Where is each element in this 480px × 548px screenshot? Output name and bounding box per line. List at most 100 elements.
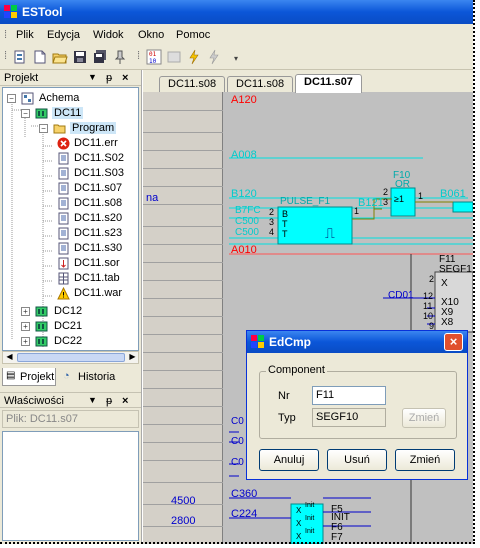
panel-close-icon[interactable]: ×	[122, 395, 128, 407]
controller-icon	[35, 321, 48, 332]
cancel-button[interactable]: Anuluj	[259, 449, 319, 471]
signal-label[interactable]: C0	[231, 457, 244, 468]
scrollbar-thumb[interactable]	[17, 353, 125, 362]
signal-label[interactable]: C360	[231, 488, 257, 500]
expand-icon[interactable]: +	[21, 307, 30, 316]
delete-button[interactable]: Usuń	[327, 449, 387, 471]
menu-grip: ⁞	[4, 29, 8, 41]
project-tree: − Achema − DC11 − Program DC11.err DC11.…	[2, 87, 139, 351]
panel-close-icon[interactable]: ×	[122, 72, 128, 84]
lightning-icon[interactable]	[186, 49, 202, 65]
tab-dc11-s08-b[interactable]: DC11.s08	[227, 76, 294, 92]
signal-label[interactable]: A010	[231, 244, 257, 256]
signal-label[interactable]: B121	[358, 197, 384, 209]
window-icon[interactable]	[166, 49, 182, 65]
save-all-icon[interactable]	[92, 49, 108, 65]
expand-icon[interactable]: +	[21, 322, 30, 331]
editor-tabs: DC11.s08 DC11.s08 DC11.s07	[143, 74, 473, 93]
open-folder-icon[interactable]	[52, 49, 68, 65]
tab-projekt[interactable]: ▤ Projekt	[2, 368, 56, 386]
panel-pin-icon[interactable]: ᵽ	[106, 395, 112, 407]
collapse-icon[interactable]: −	[7, 94, 16, 103]
pin-icon[interactable]	[112, 49, 128, 65]
collapse-icon[interactable]: −	[21, 109, 30, 118]
typ-label: Typ	[278, 412, 296, 424]
signal-label[interactable]: B7FC	[235, 205, 261, 216]
app-icon	[251, 335, 264, 348]
signal-label[interactable]: B120	[231, 188, 257, 200]
lightning-disabled-icon[interactable]	[206, 49, 222, 65]
scroll-left-icon[interactable]: ◀	[4, 352, 15, 363]
signal-label[interactable]: C500	[235, 216, 259, 227]
tab-historia[interactable]: ◔ Historia	[60, 368, 120, 386]
sort-file-icon	[58, 257, 69, 270]
tab-dc11-s07[interactable]: DC11.s07	[295, 74, 362, 93]
error-icon	[57, 137, 70, 150]
right-dotted-border	[473, 0, 475, 544]
binary-icon[interactable]: 0110	[146, 49, 162, 65]
close-icon[interactable]: ×	[444, 333, 463, 351]
program-file-icon	[58, 227, 69, 240]
history-icon: ◔	[63, 370, 70, 382]
program-file-icon	[58, 182, 69, 195]
new-file-icon[interactable]	[32, 49, 48, 65]
panel-dropdown-icon[interactable]: ▼	[88, 72, 97, 82]
segf-pin: X8	[441, 317, 454, 328]
program-file-icon	[58, 152, 69, 165]
signal-label[interactable]: B061	[440, 188, 466, 200]
change-type-button[interactable]: Zmień	[402, 408, 446, 428]
table-file-icon	[58, 272, 69, 285]
left-dock: Projekt ▼ ᵽ × − Achema − DC11 − Program …	[0, 70, 142, 544]
collapse-icon[interactable]: −	[39, 124, 48, 133]
dialog-title-bar: EdCmp ×	[247, 331, 467, 353]
or-pin-number: 2	[383, 187, 389, 197]
x-label: X	[296, 532, 302, 541]
pulse-block-name[interactable]: PULSE_F1	[280, 196, 330, 207]
properties-grid	[2, 431, 139, 541]
row-gutter: na 4500 2800	[143, 92, 223, 544]
toolbar-overflow-icon[interactable]: ▾	[234, 54, 238, 63]
signal-label[interactable]: A008	[231, 149, 257, 161]
init-label: Init	[305, 515, 315, 522]
tab-dc11-s08-a[interactable]: DC11.s08	[159, 76, 226, 92]
project-icon	[21, 92, 34, 105]
expand-icon[interactable]: +	[21, 337, 30, 346]
row-label-4500: 4500	[171, 495, 196, 507]
pulse-glyph: ⎍	[325, 226, 335, 242]
init-label: Init	[305, 528, 315, 535]
menu-pomoc[interactable]: Pomoc	[176, 29, 210, 41]
panel-pin-icon[interactable]: ᵽ	[106, 72, 112, 84]
or-block-type: OR	[395, 179, 410, 190]
new-project-icon[interactable]	[12, 49, 28, 65]
pulse-pin: T	[282, 219, 288, 229]
panel-dropdown-icon[interactable]: ▼	[88, 395, 97, 405]
scroll-right-icon[interactable]: ▶	[127, 352, 138, 363]
signal-label[interactable]: C0	[231, 416, 244, 427]
signal-label[interactable]: C500	[235, 227, 259, 238]
x-label: X	[296, 519, 302, 528]
menu-okno[interactable]: Okno	[138, 29, 164, 41]
toolbar: ⁞ ⁞ 01 10 ▾	[0, 46, 473, 70]
signal-label[interactable]: C0	[231, 436, 244, 447]
save-icon[interactable]	[72, 49, 88, 65]
tree-scrollbar[interactable]: ◀ ▶	[2, 351, 139, 364]
nr-input[interactable]: F11	[312, 386, 386, 405]
menu-plik[interactable]: Plik	[16, 29, 34, 41]
menu-widok[interactable]: Widok	[93, 29, 124, 41]
edcmp-dialog: EdCmp × Component Nr F11 Typ SEGF10 Zmie…	[246, 330, 468, 480]
pulse-pin-number: 3	[269, 217, 275, 227]
component-group: Component Nr F11 Typ SEGF10 Zmień	[259, 364, 457, 439]
or-output-number: 1	[418, 191, 424, 201]
or-symbol: ≥1	[394, 194, 404, 204]
svg-text:01: 01	[149, 51, 157, 58]
pulse-pin: T	[282, 229, 288, 239]
bottom-dotted-border	[0, 542, 475, 544]
signal-label[interactable]: A120	[231, 94, 257, 106]
project-panel-title: Projekt	[4, 72, 39, 84]
menu-bar: ⁞ Plik Edycja Widok Okno Pomoc	[0, 24, 473, 46]
signal-label[interactable]: CD01	[388, 290, 414, 301]
segf-pin: X	[441, 278, 448, 289]
menu-edycja[interactable]: Edycja	[47, 29, 80, 41]
signal-label[interactable]: C224	[231, 508, 257, 520]
apply-button[interactable]: Zmień	[395, 449, 455, 471]
